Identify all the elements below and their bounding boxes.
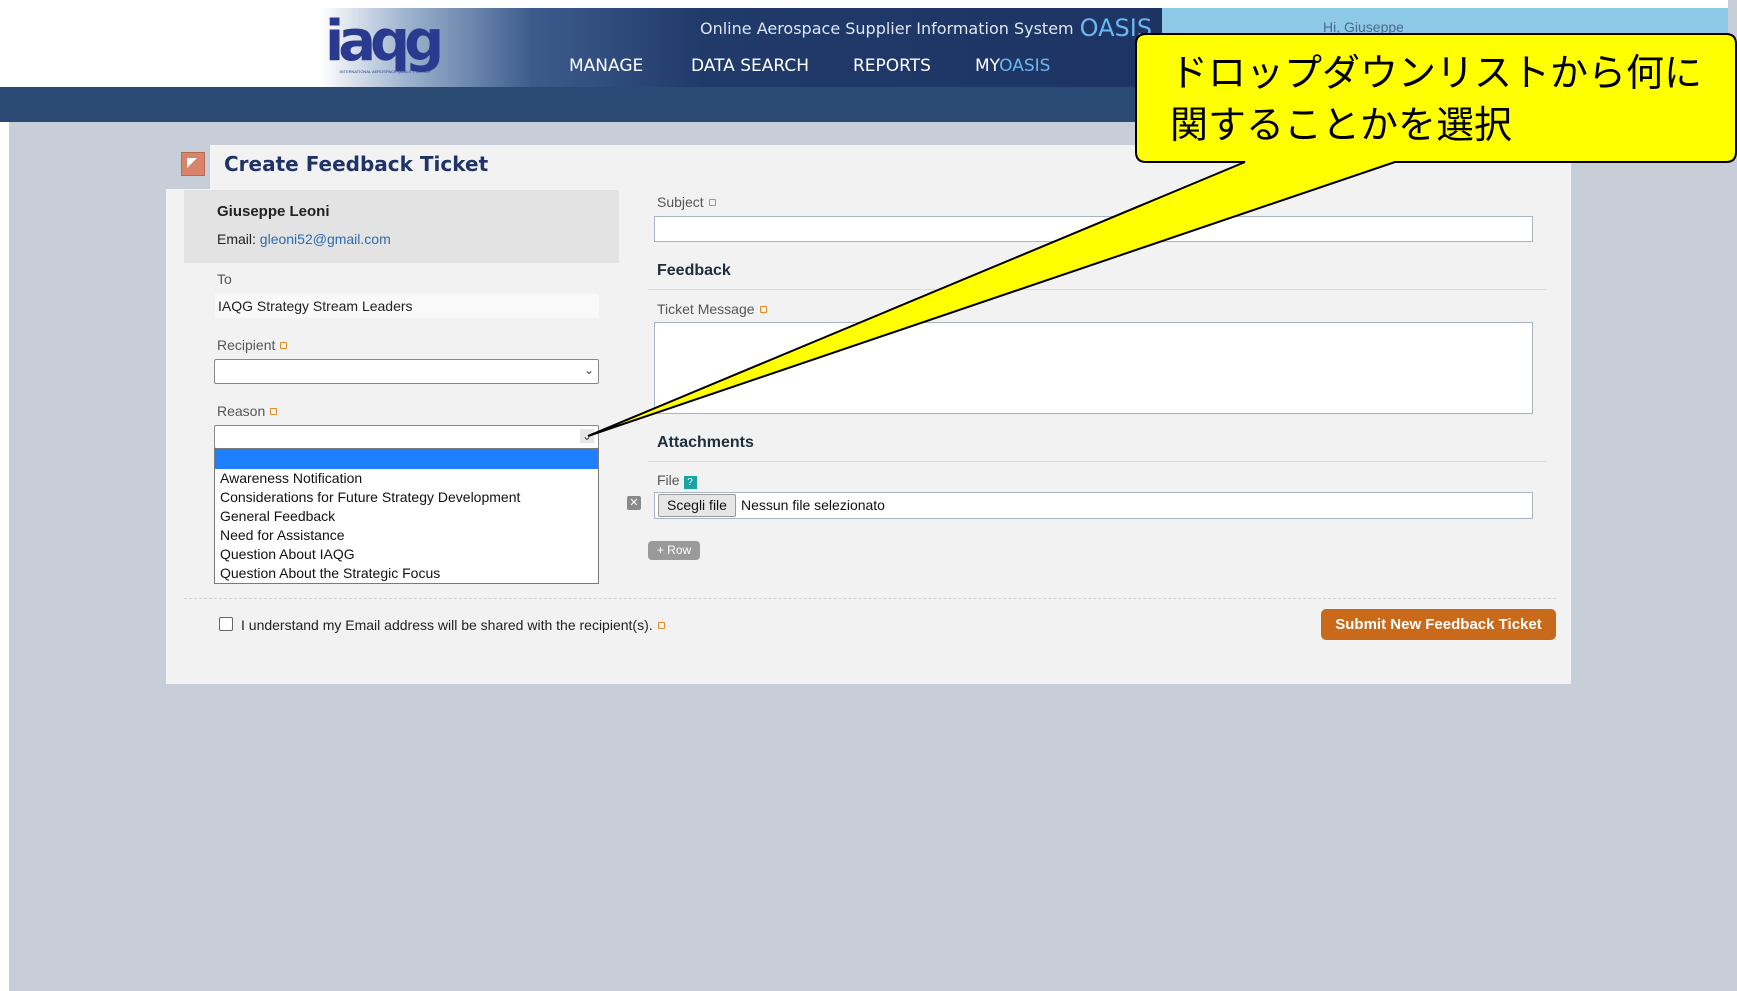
callout-line-2: 関することかを選択 [1170, 105, 1513, 147]
callout-line-1: ドロップダウンリストから何に [1170, 53, 1703, 95]
callout-text: ドロップダウンリストから何に 関することかを選択 [1170, 48, 1702, 152]
